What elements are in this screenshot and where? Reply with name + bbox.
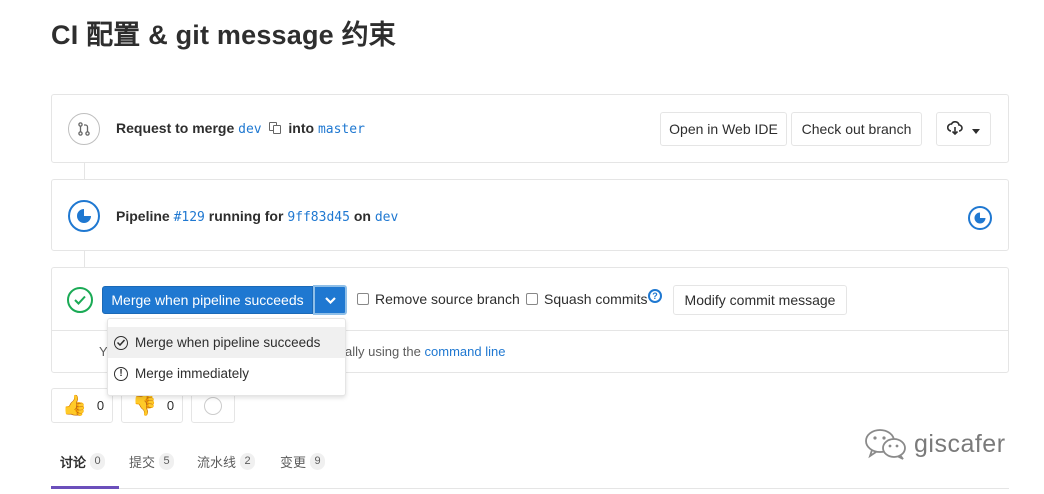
tab-pipelines[interactable]: 流水线 2 bbox=[197, 452, 256, 471]
merge-immediately-label: Merge immediately bbox=[135, 366, 250, 381]
tab-discussion-label: 讨论 bbox=[60, 455, 87, 470]
target-branch-link[interactable]: master bbox=[318, 122, 365, 137]
remove-source-branch-label: Remove source branch bbox=[375, 291, 520, 307]
request-label: Request to merge bbox=[116, 120, 235, 136]
timeline-connector bbox=[84, 163, 85, 179]
open-web-ide-button[interactable]: Open in Web IDE bbox=[660, 112, 787, 146]
merge-request-summary: Request to merge dev into master bbox=[116, 120, 365, 137]
source-branch-link[interactable]: dev bbox=[238, 122, 261, 137]
pipeline-running-status-icon[interactable] bbox=[968, 206, 992, 230]
command-line-hint: ally using the command line bbox=[345, 344, 505, 359]
merge-options-toggle[interactable] bbox=[313, 285, 347, 315]
pipeline-on-label: on bbox=[353, 208, 371, 224]
tab-commits[interactable]: 提交 5 bbox=[129, 452, 175, 471]
chevron-down-icon bbox=[972, 121, 980, 137]
pipeline-status: Pipeline #129 running for 9ff83d45 on de… bbox=[116, 208, 398, 225]
check-circle-icon bbox=[67, 287, 93, 313]
warning-circle-icon: ! bbox=[114, 366, 128, 381]
pipeline-status-text: running for bbox=[208, 208, 284, 224]
tab-changes-count: 9 bbox=[310, 453, 326, 470]
merge-when-pipeline-succeeds-button[interactable]: Merge when pipeline succeeds bbox=[102, 286, 313, 314]
watermark: giscafer bbox=[864, 427, 1006, 461]
smiley-icon bbox=[204, 396, 222, 415]
checkout-branch-button[interactable]: Check out branch bbox=[791, 112, 922, 146]
tabs-border bbox=[51, 488, 1009, 489]
tab-discussion-count: 0 bbox=[90, 453, 106, 470]
page-title: CI 配置 & git message 约束 bbox=[51, 20, 396, 50]
thumbs-up-icon: 👍 bbox=[62, 394, 87, 417]
merge-immediately-option[interactable]: ! Merge immediately bbox=[108, 358, 345, 389]
wechat-icon bbox=[865, 429, 906, 460]
watermark-text: giscafer bbox=[914, 429, 1006, 458]
pipeline-card: Pipeline #129 running for 9ff83d45 on de… bbox=[51, 179, 1009, 251]
squash-commits-label: Squash commits bbox=[544, 291, 648, 307]
thumbs-down-count: 0 bbox=[166, 398, 175, 413]
pipeline-label: Pipeline bbox=[116, 208, 170, 224]
tab-commits-label: 提交 bbox=[129, 455, 156, 470]
command-line-link[interactable]: command line bbox=[425, 344, 506, 359]
tab-pipelines-label: 流水线 bbox=[197, 455, 237, 470]
tab-commits-count: 5 bbox=[159, 453, 175, 470]
merge-when-succeeds-option[interactable]: Merge when pipeline succeeds bbox=[108, 327, 345, 358]
tab-changes-label: 变更 bbox=[280, 455, 307, 470]
chevron-down-icon bbox=[324, 291, 336, 309]
thumbs-up-award-button[interactable]: 👍 0 bbox=[51, 388, 113, 423]
merge-options-dropdown: Merge when pipeline succeeds ! Merge imm… bbox=[107, 318, 346, 396]
into-label: into bbox=[288, 120, 315, 136]
pipeline-id-link[interactable]: #129 bbox=[174, 210, 205, 225]
help-icon[interactable]: ? bbox=[648, 289, 662, 303]
remove-source-branch-option[interactable]: Remove source branch bbox=[357, 291, 520, 307]
remove-source-branch-checkbox[interactable] bbox=[357, 293, 369, 305]
pipeline-running-icon bbox=[68, 200, 100, 232]
modify-commit-message-button[interactable]: Modify commit message bbox=[673, 285, 847, 315]
tab-discussion[interactable]: 讨论 0 bbox=[60, 452, 106, 471]
timeline-connector bbox=[84, 251, 85, 267]
merge-when-succeeds-label: Merge when pipeline succeeds bbox=[135, 335, 321, 350]
tab-pipelines-count: 2 bbox=[240, 453, 256, 470]
tab-changes[interactable]: 变更 9 bbox=[280, 452, 326, 471]
check-circle-icon bbox=[114, 335, 128, 350]
squash-commits-option[interactable]: Squash commits bbox=[526, 291, 647, 307]
pipeline-branch-link[interactable]: dev bbox=[375, 210, 398, 225]
command-line-hint-text: ally using the bbox=[345, 344, 421, 359]
merge-request-icon bbox=[68, 113, 100, 145]
cloud-download-icon bbox=[946, 120, 963, 138]
mr-info-card: Request to merge dev into master Open in… bbox=[51, 94, 1009, 163]
download-dropdown-button[interactable] bbox=[936, 112, 991, 146]
thumbs-down-icon: 👎 bbox=[132, 394, 157, 417]
copy-branch-icon[interactable] bbox=[268, 122, 281, 134]
thumbs-up-count: 0 bbox=[96, 398, 105, 413]
squash-commits-checkbox[interactable] bbox=[526, 293, 538, 305]
commit-sha-link[interactable]: 9ff83d45 bbox=[287, 210, 350, 225]
active-tab-indicator bbox=[51, 486, 119, 489]
